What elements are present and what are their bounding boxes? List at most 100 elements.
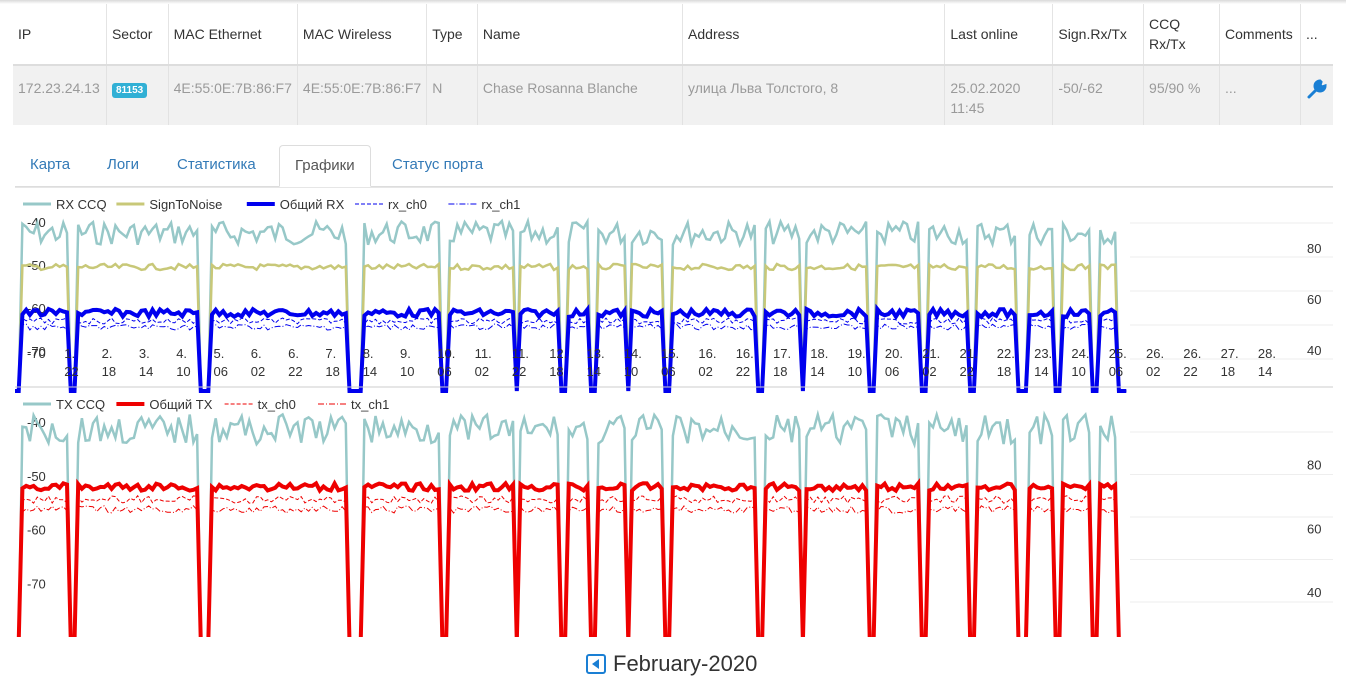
- legend-item: rx_ch0: [355, 197, 427, 212]
- x-tick-hour: 10: [624, 364, 638, 379]
- x-tick-hour: 02: [1146, 364, 1160, 379]
- x-tick-day: 18.: [810, 346, 828, 361]
- x-tick-day: 22.: [997, 346, 1015, 361]
- x-tick-hour: 22: [288, 364, 302, 379]
- col-mac-ethernet[interactable]: MAC Ethernet: [168, 4, 298, 65]
- month-label: February-2020: [613, 651, 758, 676]
- x-tick-day: 23.: [1034, 346, 1052, 361]
- legend-item: TX CCQ: [23, 397, 105, 412]
- x-tick-day: 21.: [960, 346, 978, 361]
- x-tick-day: 6.: [288, 346, 299, 361]
- legend-item: rx_ch1: [448, 197, 520, 212]
- x-tick-day: 17.: [773, 346, 791, 361]
- legend-label: rx_ch0: [388, 197, 427, 212]
- col-sector[interactable]: Sector: [106, 4, 169, 65]
- cell-comments: ...: [1219, 65, 1301, 125]
- x-tick-hour: 02: [251, 364, 265, 379]
- col-last-online[interactable]: Last online: [944, 4, 1054, 65]
- y2-tick-label: 60: [1307, 521, 1321, 536]
- cell-ip: 172.23.24.13: [13, 65, 107, 125]
- legend-label: RX CCQ: [56, 197, 107, 212]
- legend-label: tx_ch1: [351, 397, 389, 412]
- y2-tick-label: 80: [1307, 458, 1321, 473]
- cell-mac-wireless: 4E:55:0E:7B:86:F7: [297, 65, 428, 125]
- month-nav: February-2020: [586, 648, 757, 680]
- tab-logs[interactable]: Логи: [92, 145, 154, 185]
- x-tick-hour: 18: [997, 364, 1011, 379]
- x-tick-hour: 02: [922, 364, 936, 379]
- cell-ccq: 95/90 %: [1143, 65, 1221, 125]
- x-tick-hour: 14: [139, 364, 153, 379]
- tab-map[interactable]: Карта: [15, 145, 85, 185]
- x-tick-hour: 10: [848, 364, 862, 379]
- legend-label: tx_ch0: [258, 397, 296, 412]
- x-tick-hour: 14: [363, 364, 377, 379]
- legend-item: Общий RX: [246, 197, 345, 212]
- y2-tick-label: 80: [1307, 241, 1321, 256]
- wrench-icon[interactable]: [1306, 78, 1328, 100]
- x-tick-hour: 18: [549, 364, 563, 379]
- x-tick-day: 6.: [251, 346, 262, 361]
- x-tick-hour: 10: [176, 364, 190, 379]
- cell-address: улица Льва Толстого, 8: [682, 65, 946, 125]
- legend-label: rx_ch1: [481, 197, 520, 212]
- x-tick-day: 11.: [512, 346, 529, 361]
- series-line: [15, 477, 1127, 644]
- x-tick-hour: 02: [698, 364, 712, 379]
- x-tick-day: 24.: [1071, 346, 1089, 361]
- x-tick-hour: 06: [661, 364, 675, 379]
- x-tick-hour: 22: [736, 364, 750, 379]
- x-tick-hour: 02: [475, 364, 489, 379]
- x-tick-day: 1.: [64, 346, 75, 361]
- tab-graphs[interactable]: Графики: [279, 145, 371, 187]
- legend-item: Общий TX: [116, 397, 213, 412]
- col-comments[interactable]: Comments: [1219, 4, 1301, 65]
- x-tick-hour: 18: [325, 364, 339, 379]
- table-row[interactable]: 172.23.24.13 81153 4E:55:0E:7B:86:F7 4E:…: [13, 65, 1333, 125]
- x-tick-day: 13.: [587, 346, 605, 361]
- col-more[interactable]: ...: [1301, 4, 1334, 65]
- series-line: [15, 409, 1127, 644]
- tab-stats[interactable]: Статистика: [162, 145, 271, 185]
- x-tick-day: 16.: [736, 346, 754, 361]
- x-tick-hour: 10: [400, 364, 414, 379]
- x-tick-hour: 14: [1258, 364, 1272, 379]
- cell-sign: -50/-62: [1052, 65, 1145, 125]
- x-tick-hour: 22: [512, 364, 526, 379]
- legend-item: RX CCQ: [23, 197, 107, 212]
- x-tick-hour: 06: [214, 364, 228, 379]
- col-address[interactable]: Address: [682, 4, 946, 65]
- y-tick-label: -50: [27, 469, 46, 484]
- y-tick-label: -60: [27, 523, 46, 538]
- x-tick-day: 15.: [661, 346, 679, 361]
- legend-item: tx_ch1: [318, 397, 389, 412]
- sector-badge[interactable]: 81153: [111, 83, 148, 98]
- col-ip[interactable]: IP: [13, 4, 107, 65]
- tab-port-status[interactable]: Статус порта: [377, 145, 498, 185]
- x-tick-day: 20.: [885, 346, 903, 361]
- x-tick-day: -70: [27, 346, 46, 361]
- y-tick-label: -70: [27, 576, 46, 591]
- col-type[interactable]: Type: [426, 4, 478, 65]
- x-tick-hour: 18: [773, 364, 787, 379]
- table-header: IP Sector MAC Ethernet MAC Wireless Type…: [13, 4, 1333, 65]
- x-tick-hour: 18: [102, 364, 116, 379]
- cell-mac-ethernet: 4E:55:0E:7B:86:F7: [168, 65, 298, 125]
- col-mac-wireless[interactable]: MAC Wireless: [297, 4, 428, 65]
- col-sign[interactable]: Sign.Rx/Tx: [1052, 4, 1145, 65]
- x-tick-day: 25.: [1109, 346, 1127, 361]
- x-tick-day: 16.: [698, 346, 716, 361]
- charts-area: RX CCQ SignToNoise Общий RX rx_ch0 rx_ch1 -40…: [15, 186, 1333, 644]
- legend-item: tx_ch0: [224, 397, 296, 412]
- x-tick-hour: 06: [1109, 364, 1123, 379]
- cell-last-online: 25.02.2020 11:45: [944, 65, 1054, 125]
- cell-type: N: [426, 65, 478, 125]
- x-tick-day: 8.: [363, 346, 374, 361]
- x-tick-day: 2.: [102, 346, 113, 361]
- prev-month-icon[interactable]: [586, 654, 606, 674]
- col-ccq[interactable]: CCQ Rx/Tx: [1143, 4, 1221, 65]
- col-name[interactable]: Name: [477, 4, 684, 65]
- x-tick-day: 3.: [139, 346, 150, 361]
- legend-label: SignToNoise: [149, 197, 222, 212]
- x-tick-day: 10.: [437, 346, 455, 361]
